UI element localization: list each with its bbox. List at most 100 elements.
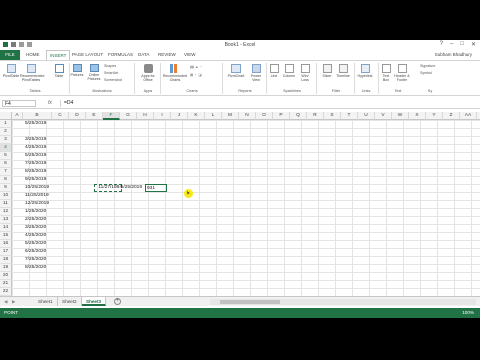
shapes-button[interactable]: Shapes	[104, 64, 116, 68]
column-header-i[interactable]: I	[154, 112, 171, 120]
row-header-11[interactable]: 11	[0, 200, 12, 208]
horizontal-scrollbar[interactable]	[210, 299, 476, 305]
row-header-20[interactable]: 20	[0, 272, 12, 280]
row-header-5[interactable]: 5	[0, 152, 12, 160]
cell-b13[interactable]: 2/25/2020	[25, 216, 54, 224]
row-header-3[interactable]: 3	[0, 136, 12, 144]
column-header-c[interactable]: C	[52, 112, 69, 120]
recommended-charts-button[interactable]: Recommended Charts	[162, 64, 188, 82]
column-sparkline-button[interactable]: Column	[282, 64, 296, 78]
column-header-x[interactable]: X	[409, 112, 426, 120]
cell-b3[interactable]: 3/25/2019	[25, 136, 54, 144]
cell-b19[interactable]: 8/25/2020	[25, 264, 54, 272]
select-all-corner[interactable]	[0, 112, 12, 120]
column-header-w[interactable]: W	[392, 112, 409, 120]
power-view-button[interactable]: Power View	[248, 64, 264, 82]
cell-b2[interactable]	[25, 128, 54, 136]
symbol-button[interactable]: Symbol	[420, 71, 432, 75]
tab-review[interactable]: REVIEW	[158, 52, 176, 57]
cell-f4[interactable]: 931	[145, 184, 167, 192]
online-pictures-button[interactable]: Online Pictures	[86, 64, 102, 81]
row-header-18[interactable]: 18	[0, 256, 12, 264]
scrollbar-thumb[interactable]	[220, 300, 280, 304]
column-header-l[interactable]: L	[205, 112, 222, 120]
column-header-n[interactable]: N	[239, 112, 256, 120]
pictures-button[interactable]: Pictures	[70, 64, 84, 77]
column-header-u[interactable]: U	[358, 112, 375, 120]
column-header-s[interactable]: S	[324, 112, 341, 120]
worksheet-grid[interactable]: ABCDEFGHIJKLMNOPQRSTUVWXYZAAAB 123456789…	[0, 112, 480, 304]
column-header-p[interactable]: P	[273, 112, 290, 120]
column-header-m[interactable]: M	[222, 112, 239, 120]
screenshot-button[interactable]: Screenshot	[104, 78, 122, 82]
column-header-r[interactable]: R	[307, 112, 324, 120]
chart-types-icons-2[interactable]: ▦ ⁘ ◪	[190, 73, 202, 77]
row-header-4[interactable]: 4	[0, 144, 12, 152]
help-icon[interactable]: ?	[440, 41, 443, 48]
column-header-g[interactable]: G	[120, 112, 137, 120]
cell-b8[interactable]: 9/25/2019	[25, 176, 54, 184]
row-header-13[interactable]: 13	[0, 216, 12, 224]
row-header-6[interactable]: 6	[0, 160, 12, 168]
cell-b10[interactable]: 11/25/2019	[25, 192, 54, 200]
row-header-21[interactable]: 21	[0, 280, 12, 288]
minimize-icon[interactable]: –	[450, 41, 453, 48]
sheet-tab-sheet1[interactable]: Sheet1	[34, 297, 58, 306]
table-button[interactable]: Table	[52, 64, 66, 78]
row-header-15[interactable]: 15	[0, 232, 12, 240]
apps-for-office-button[interactable]: Apps for Office	[138, 64, 158, 82]
tab-page-layout[interactable]: PAGE LAYOUT	[72, 52, 103, 57]
header-footer-button[interactable]: Header & Footer	[394, 64, 410, 82]
tab-file[interactable]: FILE	[0, 50, 20, 60]
column-header-a[interactable]: A	[12, 112, 23, 120]
cell-b17[interactable]: 6/25/2020	[25, 248, 54, 256]
close-icon[interactable]: ✕	[471, 41, 476, 48]
maximize-icon[interactable]: □	[460, 41, 464, 48]
row-header-16[interactable]: 16	[0, 240, 12, 248]
column-header-f[interactable]: F	[103, 112, 120, 120]
row-header-19[interactable]: 19	[0, 264, 12, 272]
cell-b5[interactable]: 5/25/2019	[25, 152, 54, 160]
column-header-o[interactable]: O	[256, 112, 273, 120]
row-header-12[interactable]: 12	[0, 208, 12, 216]
tab-home[interactable]: HOME	[26, 52, 40, 57]
column-header-h[interactable]: H	[137, 112, 154, 120]
new-sheet-icon[interactable]: +	[114, 298, 121, 305]
timeline-button[interactable]: Timeline	[334, 64, 352, 78]
column-header-aa[interactable]: AA	[460, 112, 477, 120]
recommended-pivottables-button[interactable]: Recommended PivotTables	[20, 64, 44, 82]
signature-line-button[interactable]: Signature	[420, 64, 435, 68]
pivottable-button[interactable]: PivotTable	[2, 64, 20, 78]
column-header-y[interactable]: Y	[426, 112, 443, 120]
row-header-10[interactable]: 10	[0, 192, 12, 200]
row-header-9[interactable]: 9	[0, 184, 12, 192]
row-header-2[interactable]: 2	[0, 128, 12, 136]
column-header-b[interactable]: B	[23, 112, 52, 120]
sheet-tab-sheet3[interactable]: Sheet3	[82, 297, 107, 306]
column-header-j[interactable]: J	[171, 112, 188, 120]
cell-b7[interactable]: 8/25/2019	[25, 168, 54, 176]
winloss-sparkline-button[interactable]: Win/ Loss	[298, 64, 312, 82]
cell-b14[interactable]: 3/25/2020	[25, 224, 54, 232]
sheet-next-icon[interactable]: ▶	[12, 299, 16, 305]
tab-formulas[interactable]: FORMULAS	[108, 52, 133, 57]
pivotchart-button[interactable]: PivotChart	[224, 64, 248, 78]
column-header-t[interactable]: T	[341, 112, 358, 120]
row-header-7[interactable]: 7	[0, 168, 12, 176]
column-header-v[interactable]: V	[375, 112, 392, 120]
column-header-z[interactable]: Z	[443, 112, 460, 120]
slicer-button[interactable]: Slicer	[320, 64, 334, 78]
zoom-level[interactable]: 100%	[462, 310, 474, 315]
user-name[interactable]: Subham Bhadhury	[435, 52, 472, 57]
column-header-k[interactable]: K	[188, 112, 205, 120]
line-sparkline-button[interactable]: Line	[268, 64, 280, 78]
tab-view[interactable]: VIEW	[184, 52, 196, 57]
cell-b18[interactable]: 7/25/2020	[25, 256, 54, 264]
row-header-14[interactable]: 14	[0, 224, 12, 232]
row-header-17[interactable]: 17	[0, 248, 12, 256]
row-header-22[interactable]: 22	[0, 288, 12, 296]
cell-e4[interactable]: 5/25/2019	[114, 184, 142, 192]
column-header-d[interactable]: D	[69, 112, 86, 120]
row-header-8[interactable]: 8	[0, 176, 12, 184]
cell-b6[interactable]: 7/25/2019	[25, 160, 54, 168]
